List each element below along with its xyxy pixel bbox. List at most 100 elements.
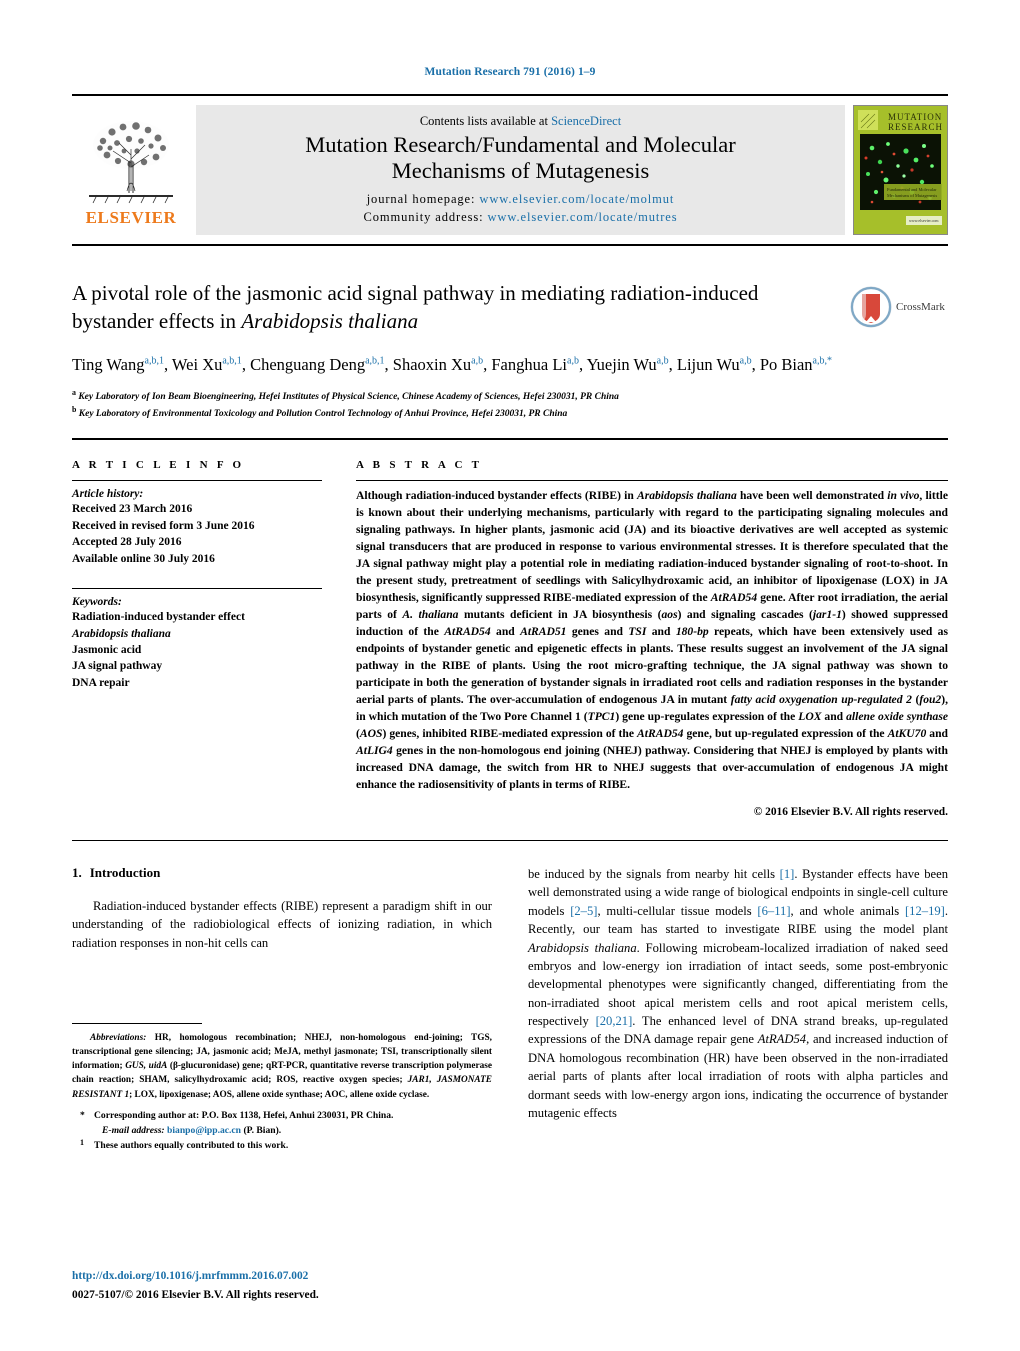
issn-copyright-line: 0027-5107/© 2016 Elsevier B.V. All right… [72, 1289, 319, 1302]
journal-homepage-url[interactable]: www.elsevier.com/locate/molmut [479, 192, 674, 206]
svg-text:MUTATION: MUTATION [888, 112, 942, 122]
sciencedirect-link[interactable]: ScienceDirect [551, 114, 621, 128]
divider-above-body [72, 840, 948, 842]
author-marks: a,b [739, 355, 752, 367]
citation-ref[interactable]: [6–11] [757, 904, 790, 918]
title-species-name: Arabidopsis thaliana [241, 308, 419, 333]
equal-contribution-marker: 1 [80, 1138, 84, 1148]
paper-page: Mutation Research 791 (2016) 1–9 ELSEVIE… [0, 0, 1020, 1351]
journal-homepage-label: journal homepage: [366, 191, 480, 206]
author-marks: a,b [471, 355, 484, 367]
footnote-zone: Abbreviations: HR, homologous recombinat… [72, 1023, 492, 1155]
contents-prefix: Contents lists available at [419, 114, 552, 129]
citation-ref[interactable]: [2–5] [570, 904, 597, 918]
journal-banner: Contents lists available at ScienceDirec… [196, 105, 845, 235]
info-abstract-row: A R T I C L E I N F O Article history: R… [72, 459, 948, 818]
elsevier-logo: ELSEVIER [72, 96, 190, 244]
journal-title: Mutation Research/Fundamental and Molecu… [305, 132, 736, 185]
svg-text:Fundamental and Molecular: Fundamental and Molecular [887, 187, 937, 192]
article-history-item: Received 23 March 2016 [72, 503, 193, 516]
title-block: A pivotal role of the jasmonic acid sign… [72, 280, 948, 422]
body-column-right: be induced by the signals from nearby hi… [528, 865, 948, 1132]
section-heading-introduction: 1. Introduction [72, 865, 492, 881]
body-column-left: 1. Introduction Radiation-induced bystand… [72, 865, 492, 1151]
citation-ref[interactable]: [20,21] [596, 1014, 633, 1028]
corresponding-text: Corresponding author at: P.O. Box 1138, … [94, 1109, 394, 1121]
article-history-item: Received in revised form 3 June 2016 [72, 519, 255, 532]
intro-paragraph-left: Radiation-induced bystander effects (RIB… [72, 899, 492, 950]
journal-title-line1: Mutation Research/Fundamental and Molecu… [305, 132, 736, 158]
svg-text:Mechanisms of Mutagenesis: Mechanisms of Mutagenesis [887, 193, 938, 198]
abstract-text: Although radiation-induced bystander eff… [356, 489, 949, 792]
svg-text:www.elsevier.com: www.elsevier.com [909, 218, 939, 223]
crossmark-badge[interactable]: CrossMark [850, 282, 948, 332]
author-marks: a,b,* [812, 355, 832, 367]
affiliation-list: a Key Laboratory of Ion Beam Bioengineer… [72, 387, 948, 423]
email-footnote: E-mail address: bianpo@ipp.ac.cn (P. Bia… [72, 1124, 492, 1138]
crossmark-label: CrossMark [896, 301, 945, 313]
author-marks: a,b [656, 355, 669, 367]
keyword-item: Radiation-induced bystander effect [72, 611, 245, 624]
email-address-link[interactable]: bianpo@ipp.ac.cn [167, 1125, 241, 1136]
journal-homepage-line: journal homepage: www.elsevier.com/locat… [367, 190, 675, 208]
abbreviations-label: Abbreviations: [90, 1033, 147, 1044]
section-title: Introduction [89, 865, 161, 881]
community-address-line: Community address: www.elsevier.com/loca… [363, 208, 677, 226]
affiliation-a-text: Key Laboratory of Ion Beam Bioengineerin… [78, 391, 619, 402]
abstract-heading: A B S T R A C T [356, 459, 483, 472]
keyword-item: JA signal pathway [72, 660, 163, 673]
intro-paragraph-right: be induced by the signals from nearby hi… [528, 867, 949, 1120]
corresponding-author-footnote: * Corresponding author at: P.O. Box 1138… [72, 1109, 492, 1123]
article-info-heading: A R T I C L E I N F O [72, 459, 245, 472]
crossmark-icon [850, 286, 892, 328]
keyword-item: DNA repair [72, 676, 130, 689]
elsevier-wordmark: ELSEVIER [85, 207, 177, 227]
journal-title-line2: Mechanisms of Mutagenesis [391, 158, 650, 184]
article-history-item: Available online 30 July 2016 [72, 552, 215, 565]
keyword-item: Jasmonic acid [72, 643, 142, 656]
citation-ref[interactable]: [1] [780, 867, 795, 881]
author-marks: a,b,1 [144, 355, 164, 367]
keywords-label: Keywords: [72, 596, 122, 609]
article-history-label: Article history: [72, 488, 144, 501]
journal-cover-thumbnail: MUTATION RESEARCH Fundamental and Molecu… [853, 105, 948, 235]
journal-cover-art: MUTATION RESEARCH Fundamental and Molecu… [854, 106, 947, 234]
footnote-rule [72, 1023, 202, 1025]
abstract-column: A B S T R A C T Although radiation-induc… [322, 459, 948, 818]
keyword-item: Arabidopsis thaliana [72, 627, 171, 640]
citation-ref[interactable]: [12–19] [905, 904, 945, 918]
community-address-url[interactable]: www.elsevier.com/locate/mutres [488, 210, 678, 224]
equal-contribution-text: These authors equally contributed to thi… [94, 1140, 289, 1152]
divider-above-abstract [72, 438, 948, 441]
email-suffix: (P. Bian). [243, 1125, 282, 1137]
article-history-item: Accepted 28 July 2016 [72, 536, 182, 549]
section-number: 1. [72, 865, 82, 881]
svg-text:RESEARCH: RESEARCH [888, 122, 943, 132]
keywords-block: Keywords: Radiation-induced bystander ef… [72, 588, 322, 691]
author-list: Ting Wanga,b,1, Wei Xua,b,1, Chenguang D… [72, 354, 832, 374]
keywords-rule [72, 588, 322, 590]
equal-contribution-footnote: 1 These authors equally contributed to t… [72, 1138, 492, 1153]
journal-masthead: ELSEVIER Contents lists available at Sci… [72, 94, 948, 246]
footer-doi-block: http://dx.doi.org/10.1016/j.mrfmmm.2016.… [72, 1269, 492, 1304]
abstract-copyright: © 2016 Elsevier B.V. All rights reserved… [753, 806, 948, 819]
doi-link[interactable]: http://dx.doi.org/10.1016/j.mrfmmm.2016.… [72, 1269, 492, 1285]
author-marks: a,b,1 [222, 355, 242, 367]
affiliation-a: a Key Laboratory of Ion Beam Bioengineer… [72, 387, 619, 402]
elsevier-tree-icon [89, 120, 173, 203]
affiliation-b-text: Key Laboratory of Environmental Toxicolo… [78, 409, 568, 420]
corresponding-marker: * [80, 1109, 85, 1121]
abbreviations-footnote: Abbreviations: HR, homologous recombinat… [72, 1031, 492, 1102]
page-title: A pivotal role of the jasmonic acid sign… [72, 280, 832, 336]
author-marks: a,b,1 [365, 355, 385, 367]
email-label: E-mail address: [102, 1125, 165, 1137]
running-head: Mutation Research 791 (2016) 1–9 [424, 66, 596, 78]
abstract-rule [356, 480, 948, 482]
corresponding-star[interactable]: * [827, 355, 832, 366]
body-columns: 1. Introduction Radiation-induced bystand… [72, 865, 948, 1151]
affiliation-b: b Key Laboratory of Environmental Toxico… [72, 405, 568, 420]
article-info-column: A R T I C L E I N F O Article history: R… [72, 459, 322, 818]
community-address-label: Community address: [363, 209, 488, 224]
article-info-rule [72, 480, 322, 482]
author-marks: a,b [567, 355, 579, 367]
